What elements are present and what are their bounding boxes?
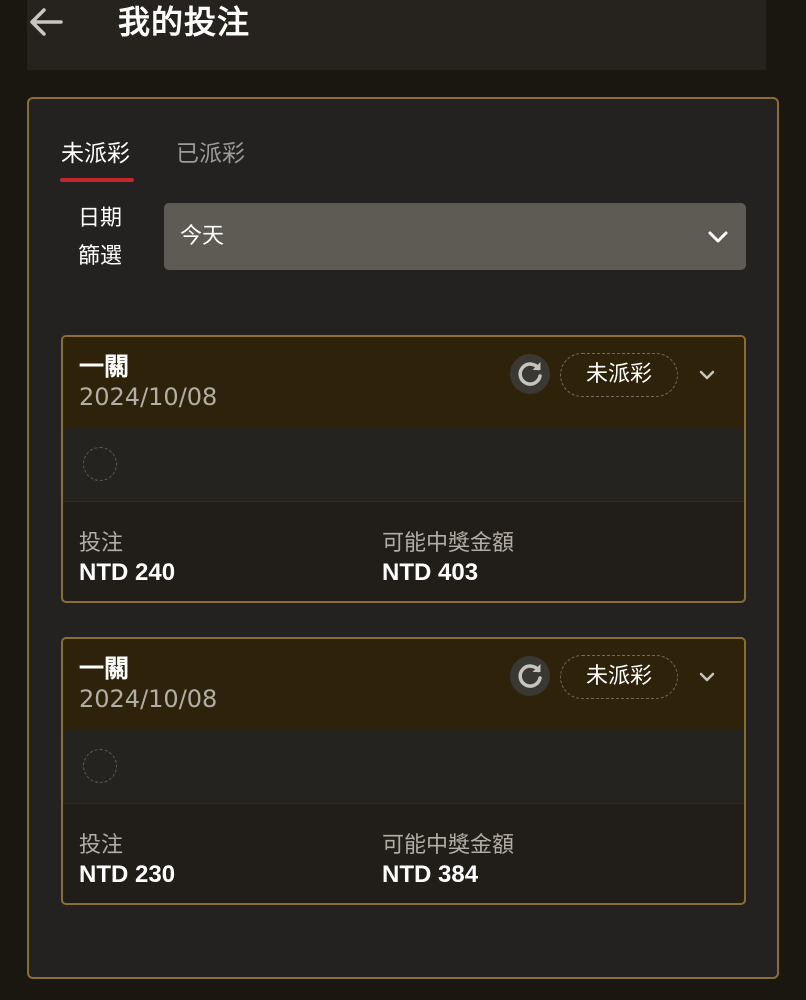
date-filter-label-line2: 篩選 <box>78 244 123 269</box>
bet-date: 2024/10/08 <box>79 685 218 713</box>
loading-spinner-icon <box>83 749 117 783</box>
tab-unsettled[interactable]: 未派彩 <box>61 137 130 171</box>
status-badge: 未派彩 <box>560 353 678 397</box>
active-tab-indicator <box>60 178 134 182</box>
chevron-down-icon <box>706 227 730 247</box>
bet-card-header: 一關 2024/10/08 未派彩 <box>63 337 744 427</box>
bet-type: 一關 <box>79 654 130 683</box>
chevron-down-icon[interactable] <box>695 364 719 386</box>
back-arrow-icon[interactable] <box>27 2 65 42</box>
bet-type: 一關 <box>79 352 130 381</box>
bet-date: 2024/10/08 <box>79 383 218 411</box>
date-filter-value: 今天 <box>180 224 225 249</box>
stake-value: NTD 240 <box>79 559 176 586</box>
stake-label: 投注 <box>79 833 124 858</box>
bet-card: 一關 2024/10/08 未派彩 投注 NTD 240 可能中獎金額 NTD … <box>61 335 746 603</box>
potential-payout-label: 可能中獎金額 <box>382 833 515 858</box>
bet-card: 一關 2024/10/08 未派彩 投注 NTD 230 可能中獎金額 NTD … <box>61 637 746 905</box>
loading-spinner-icon <box>83 447 117 481</box>
chevron-down-icon[interactable] <box>695 666 719 688</box>
bet-card-header: 一關 2024/10/08 未派彩 <box>63 639 744 729</box>
bet-card-body <box>63 729 744 804</box>
date-filter-select[interactable]: 今天 <box>164 203 746 270</box>
potential-payout-value: NTD 403 <box>382 559 479 586</box>
bet-card-body <box>63 427 744 502</box>
refresh-icon[interactable] <box>510 354 550 394</box>
tab-settled[interactable]: 已派彩 <box>176 137 245 171</box>
potential-payout-value: NTD 384 <box>382 861 479 888</box>
stake-value: NTD 230 <box>79 861 176 888</box>
status-badge: 未派彩 <box>560 655 678 699</box>
potential-payout-label: 可能中獎金額 <box>382 531 515 556</box>
stake-label: 投注 <box>79 531 124 556</box>
date-filter-label: 日期 <box>78 206 123 231</box>
page-title: 我的投注 <box>118 3 251 41</box>
refresh-icon[interactable] <box>510 656 550 696</box>
